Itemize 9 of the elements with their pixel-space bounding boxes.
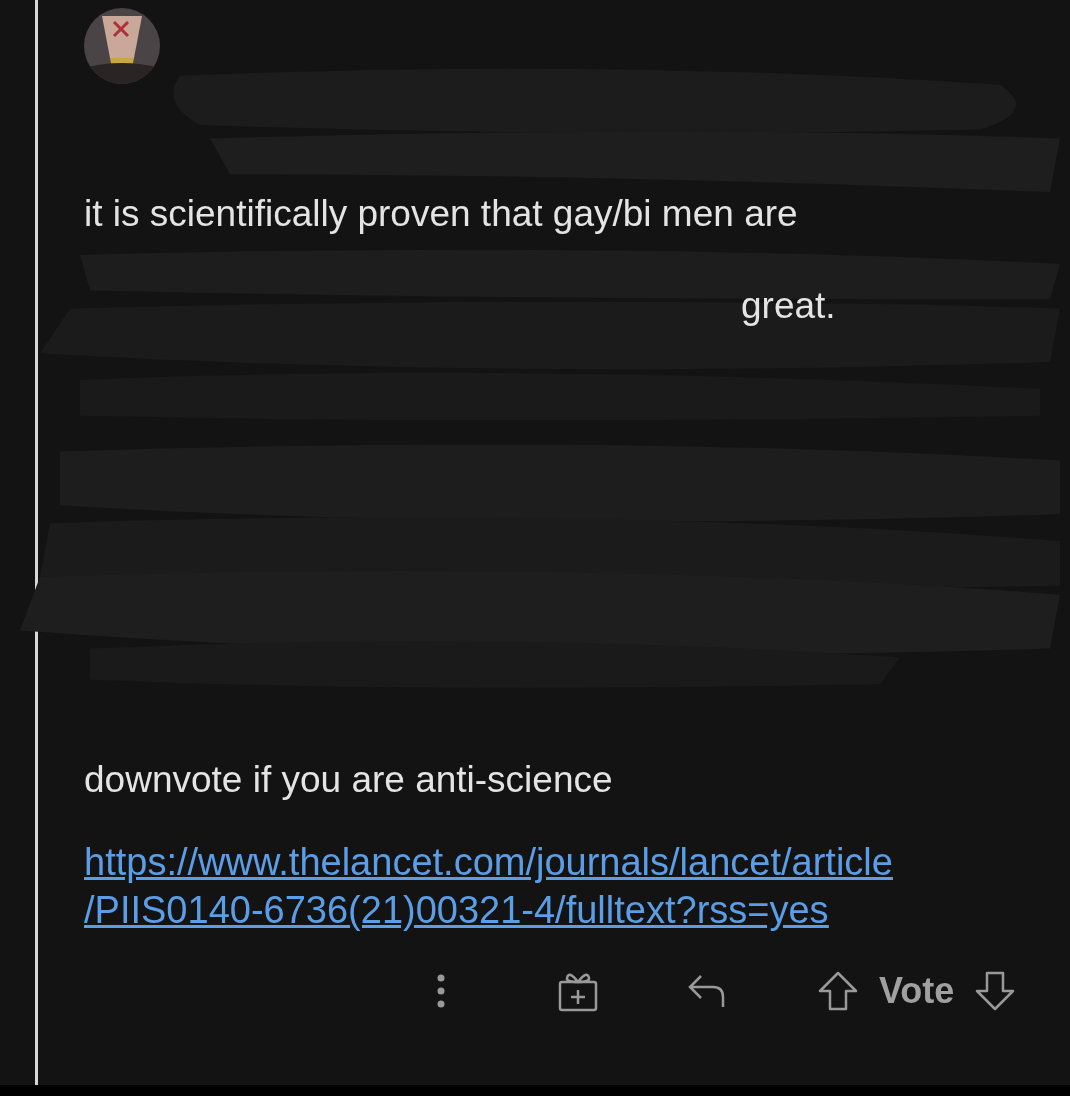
comment-text: great. [741, 285, 836, 326]
vote-label: Vote [879, 970, 955, 1012]
more-options-button[interactable] [435, 973, 447, 1009]
reply-icon[interactable] [687, 973, 727, 1009]
upvote-icon[interactable] [817, 970, 859, 1012]
comment-text: downvote if you are anti-science [84, 758, 614, 802]
downvote-icon[interactable] [974, 970, 1017, 1012]
article-link[interactable]: https://www.thelancet.com/journals/lancet/article /PIIS0140-6736(21)00321-4/fulltext?rss=yes [84, 838, 893, 934]
comment-text: it is scientifically proven that gay/bi men are [84, 192, 798, 236]
